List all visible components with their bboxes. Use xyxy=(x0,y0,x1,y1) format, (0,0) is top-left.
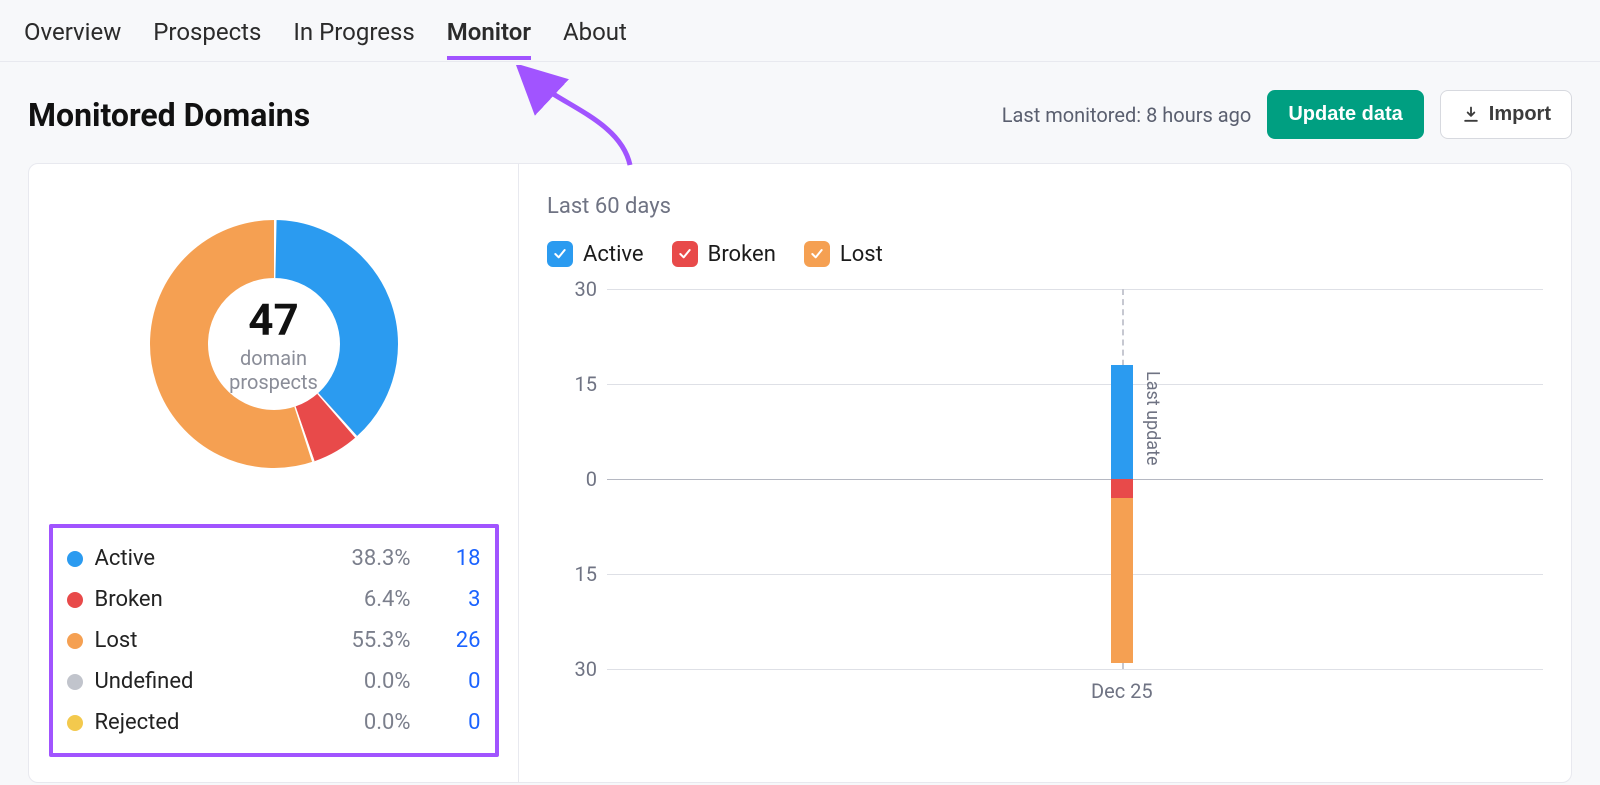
chart-legend: Active Broken Lost xyxy=(547,241,1543,267)
x-tick-label: Dec 25 xyxy=(1091,679,1153,703)
tab-about[interactable]: About xyxy=(563,2,627,60)
legend-toggle-label: Active xyxy=(583,242,644,267)
legend-count: 0 xyxy=(411,710,481,735)
last-monitored-label: Last monitored: 8 hours ago xyxy=(1002,103,1252,127)
legend-pct: 6.4% xyxy=(311,587,411,612)
legend-dot-broken xyxy=(67,592,83,608)
update-data-label: Update data xyxy=(1288,103,1402,126)
legend-label: Broken xyxy=(95,587,311,612)
legend-toggle-broken[interactable]: Broken xyxy=(672,241,776,267)
y-tick-label: 30 xyxy=(557,657,597,681)
update-data-button[interactable]: Update data xyxy=(1267,90,1423,139)
gridline xyxy=(607,669,1543,670)
legend-label: Active xyxy=(95,546,311,571)
legend-dot-active xyxy=(67,551,83,567)
legend-pct: 0.0% xyxy=(311,710,411,735)
legend-label: Lost xyxy=(95,628,311,653)
import-label: Import xyxy=(1489,103,1551,126)
legend-count: 18 xyxy=(411,546,481,571)
legend-toggle-lost[interactable]: Lost xyxy=(804,241,883,267)
y-tick-label: 0 xyxy=(557,467,597,491)
donut-sub2: prospects xyxy=(229,370,318,394)
legend-count: 3 xyxy=(411,587,481,612)
donut-center: 47 domain prospects xyxy=(124,194,424,494)
page-header: Monitored Domains Last monitored: 8 hour… xyxy=(0,62,1600,163)
bar-stack xyxy=(1111,289,1133,669)
bar-seg-active xyxy=(1111,365,1133,479)
legend-row-undefined[interactable]: Undefined 0.0% 0 xyxy=(67,661,481,702)
legend-label: Undefined xyxy=(95,669,311,694)
tab-prospects[interactable]: Prospects xyxy=(153,2,261,60)
top-tabs: Overview Prospects In Progress Monitor A… xyxy=(0,0,1600,62)
tab-overview[interactable]: Overview xyxy=(24,2,121,60)
trend-subtitle: Last 60 days xyxy=(547,194,1543,219)
y-tick-label: 15 xyxy=(557,372,597,396)
legend-dot-rejected xyxy=(67,715,83,731)
download-icon xyxy=(1461,105,1481,125)
bar-seg-lost xyxy=(1111,498,1133,663)
bar-seg-broken xyxy=(1111,479,1133,498)
monitor-card: 47 domain prospects Active 38.3% 18 Brok… xyxy=(28,163,1572,783)
last-update-label: Last update xyxy=(1142,371,1163,466)
checkbox-broken-icon xyxy=(672,241,698,267)
tab-monitor[interactable]: Monitor xyxy=(447,2,531,60)
bar-chart: 301501530Last updateDec 25 xyxy=(607,289,1543,689)
header-actions: Last monitored: 8 hours ago Update data … xyxy=(1002,90,1572,139)
legend-row-broken[interactable]: Broken 6.4% 3 xyxy=(67,579,481,620)
gridline xyxy=(607,289,1543,290)
donut-panel: 47 domain prospects Active 38.3% 18 Brok… xyxy=(29,164,519,782)
legend-toggle-active[interactable]: Active xyxy=(547,241,644,267)
checkbox-active-icon xyxy=(547,241,573,267)
gridline xyxy=(607,574,1543,575)
checkbox-lost-icon xyxy=(804,241,830,267)
tab-in-progress[interactable]: In Progress xyxy=(293,2,414,60)
legend-pct: 0.0% xyxy=(311,669,411,694)
legend-label: Rejected xyxy=(95,710,311,735)
gridline xyxy=(607,384,1543,385)
legend-pct: 38.3% xyxy=(311,546,411,571)
y-tick-label: 15 xyxy=(557,562,597,586)
legend-row-rejected[interactable]: Rejected 0.0% 0 xyxy=(67,702,481,743)
trend-panel: Last 60 days Active Broken Lost xyxy=(519,164,1571,782)
legend-table: Active 38.3% 18 Broken 6.4% 3 Lost 55.3%… xyxy=(49,524,499,757)
legend-dot-undefined xyxy=(67,674,83,690)
donut-sub1: domain xyxy=(240,346,307,370)
legend-row-lost[interactable]: Lost 55.3% 26 xyxy=(67,620,481,661)
legend-count: 0 xyxy=(411,669,481,694)
legend-toggle-label: Broken xyxy=(708,242,776,267)
legend-count: 26 xyxy=(411,628,481,653)
legend-toggle-label: Lost xyxy=(840,242,883,267)
gridline xyxy=(607,479,1543,480)
donut-chart: 47 domain prospects xyxy=(124,194,424,494)
legend-pct: 55.3% xyxy=(311,628,411,653)
y-tick-label: 30 xyxy=(557,277,597,301)
import-button[interactable]: Import xyxy=(1440,90,1572,139)
donut-total: 47 xyxy=(248,294,299,346)
page-title: Monitored Domains xyxy=(28,96,310,134)
legend-dot-lost xyxy=(67,633,83,649)
legend-row-active[interactable]: Active 38.3% 18 xyxy=(67,538,481,579)
